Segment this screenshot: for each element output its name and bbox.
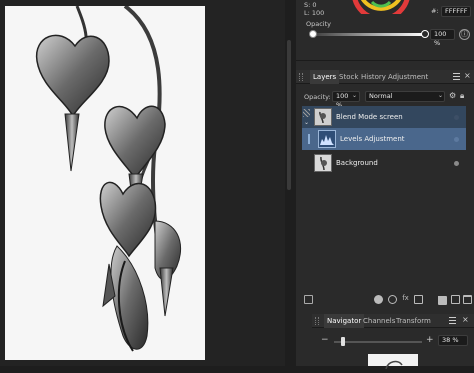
layer-name: Background [336,159,378,167]
zoom-slider-handle[interactable] [340,337,345,346]
opacity-label: Opacity [306,20,332,28]
layer-opacity-label: Opacity: [304,93,331,101]
zoom-slider-track[interactable] [334,341,422,343]
opacity-value-field[interactable]: 100 % [430,29,455,47]
lightness-readout: L: 100 [304,9,325,17]
layer-thumbnail [314,154,332,172]
panel-menu-icon[interactable] [449,317,456,324]
layers-panel: Layers Stock History Adjustment × Opacit… [296,70,474,305]
new-group-folder-icon[interactable] [438,296,447,305]
zoom-in-button[interactable]: + [426,335,434,345]
panel-close-icon[interactable]: × [464,71,471,80]
panel-grip-icon[interactable] [315,317,319,325]
layer-group-icon [303,109,310,117]
layers-tabbar: Layers Stock History Adjustment × [296,70,474,84]
add-pixel-layer-icon[interactable] [451,295,460,304]
zoom-out-button[interactable]: − [321,335,329,345]
fx-icon[interactable]: fx [401,294,410,303]
opacity-slider-track[interactable] [310,33,425,36]
layer-visibility-dot[interactable] [454,137,459,142]
panel-close-icon[interactable]: × [462,315,469,324]
saturation-readout: S: 0 [304,1,317,9]
child-indent-marker [308,134,310,144]
blend-mode-chevron-icon[interactable]: ⌄ [438,92,443,99]
document-canvas[interactable] [5,6,205,360]
layer-settings-gear-icon[interactable]: ⚙ [449,91,456,100]
color-wheel[interactable] [352,0,410,14]
levels-adjustment-icon [318,130,336,148]
panel-menu-icon[interactable] [453,73,460,80]
tab-layers[interactable]: Layers [310,70,340,84]
expand-chevron-icon[interactable]: ⌄ [304,119,309,126]
layer-name: Blend Mode screen [336,113,403,121]
layer-options-icon[interactable] [304,295,313,304]
navigator-tabbar: Navigator Channels Transform × [312,314,474,328]
tab-transform[interactable]: Transform [393,314,434,328]
right-panel: S: 0 L: 100 #: FFFFFF Opacity 100 % ⓘ La… [296,0,474,370]
opacity-slider-handle[interactable] [421,30,429,38]
tab-adjustment[interactable]: Adjustment [385,70,431,84]
tab-navigator[interactable]: Navigator [324,314,365,328]
mask-layer-icon[interactable] [374,295,383,304]
opacity-slider-start-handle[interactable] [309,30,317,38]
layer-opacity-chevron-icon[interactable]: ⌄ [352,92,357,99]
canvas-area[interactable] [0,0,285,366]
opacity-info-icon[interactable]: ⓘ [459,29,470,40]
layer-name: Levels Adjustment [340,135,405,143]
hex-prefix: #: [431,7,439,15]
layer-row-levels-adjustment[interactable]: Levels Adjustment [302,128,466,150]
layer-row-blend-mode-screen[interactable]: ⌄ Blend Mode screen [302,106,466,128]
zoom-value-field[interactable]: 38 % [438,335,468,346]
panel-grip-icon[interactable] [299,73,303,81]
blend-mode-select[interactable]: Normal [365,91,445,102]
panel-divider [296,60,474,61]
layer-visibility-dot[interactable] [454,161,459,166]
photo-bleeding-heart-flower [5,6,205,360]
navigator-panel: Navigator Channels Transform × − + 38 % [312,314,474,370]
layers-bottom-toolbar: fx [296,292,474,306]
delete-layer-trash-icon[interactable] [463,295,472,304]
layer-thumbnail [314,108,332,126]
layer-visibility-dot[interactable] [454,115,459,120]
live-filter-icon[interactable] [414,295,423,304]
canvas-vertical-scrollbar[interactable] [287,40,291,190]
layer-row-background[interactable]: Background [302,152,466,174]
hex-field[interactable]: FFFFFF [441,6,471,17]
layer-lock-icon[interactable]: 🔒︎ [460,91,464,101]
navigator-preview[interactable] [368,354,418,370]
adjustment-layer-icon[interactable] [388,295,397,304]
